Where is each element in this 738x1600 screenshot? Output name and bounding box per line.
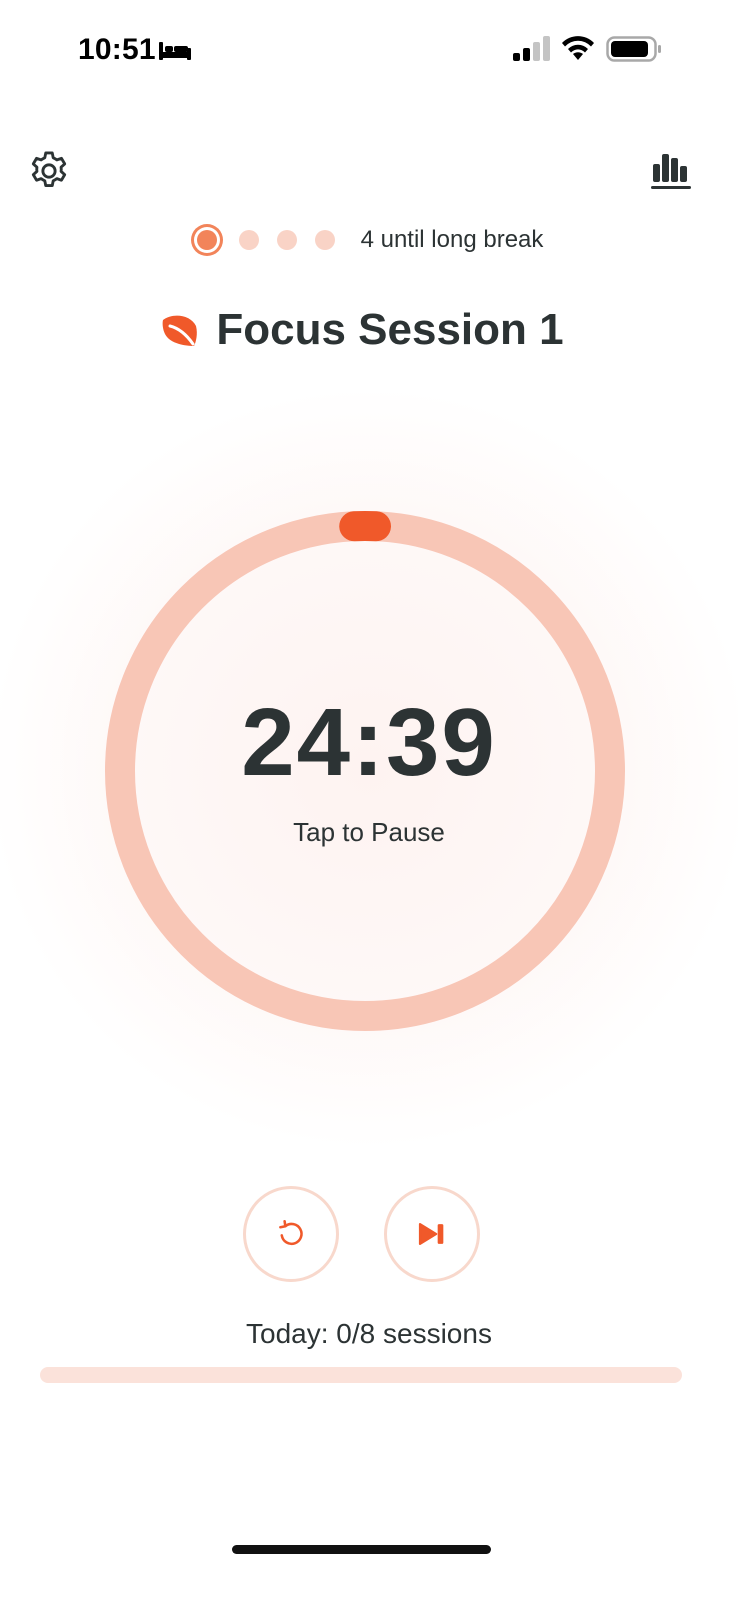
timer-display[interactable]: 24:39 [0,688,738,798]
today-progress-bar [40,1367,682,1383]
skip-forward-icon [418,1223,444,1245]
page-title: Focus Session 1 [216,305,564,354]
session-progress-dots: 4 until long break [0,222,738,258]
restart-button[interactable] [243,1186,339,1282]
cellular-signal-icon [513,36,550,61]
skip-button[interactable] [384,1186,480,1282]
timer-hint: Tap to Pause [293,817,445,847]
session-dot [314,230,335,250]
battery-icon [606,36,661,62]
bar-chart-icon[interactable] [648,150,694,192]
bed-icon [159,42,191,60]
status-time: 10:51 [78,33,156,66]
wifi-icon [562,36,594,60]
restart-icon [279,1219,303,1246]
home-indicator[interactable] [232,1545,491,1554]
today-sessions-label: Today: 0/8 sessions [246,1318,492,1349]
session-title-row: Focus Session 1 [0,298,738,362]
long-break-counter: 4 until long break [360,226,544,253]
session-dot [276,230,297,250]
leaf-icon [162,315,198,346]
session-dot [238,230,259,250]
session-dot-current [196,230,217,250]
gear-icon[interactable] [26,148,72,194]
